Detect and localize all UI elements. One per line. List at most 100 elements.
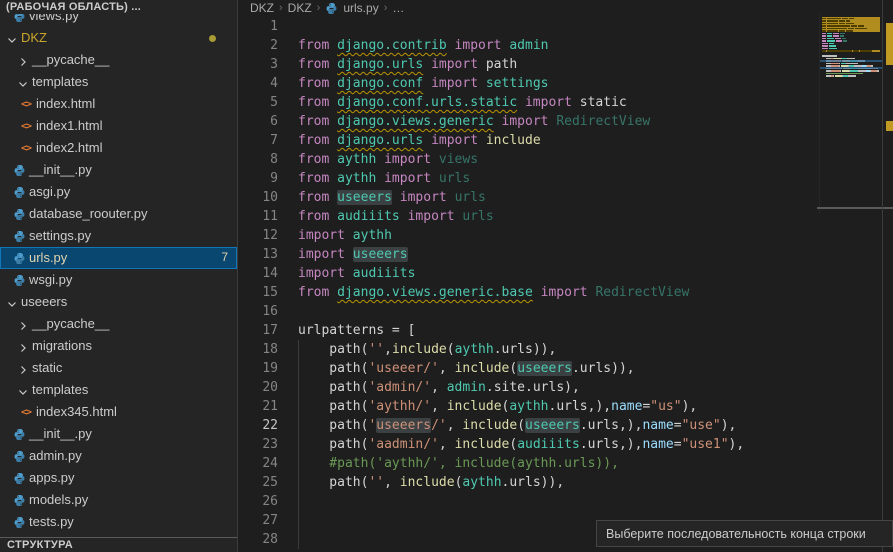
minimap-mark	[822, 55, 837, 57]
code-line[interactable]: 19 path('useeer/', include(useeers.urls)…	[238, 359, 893, 378]
code-line[interactable]: 24 #path('aythh/', include(aythh.urls)),	[238, 454, 893, 473]
tree-item-index1.html[interactable]: <>index1.html	[0, 115, 237, 137]
breadcrumb-separator: ›	[279, 2, 283, 14]
code-token	[447, 38, 455, 53]
tree-item-__init__.py[interactable]: __init__.py	[0, 423, 237, 445]
code-line[interactable]: 11from audiiits import urls	[238, 207, 893, 226]
tree-item-apps.py[interactable]: apps.py	[0, 467, 237, 489]
code-token: static	[580, 95, 627, 110]
tree-item-asgi.py[interactable]: asgi.py	[0, 181, 237, 203]
tree-item-models.py[interactable]: models.py	[0, 489, 237, 511]
code-token	[329, 209, 337, 224]
tree-item-tests.py[interactable]: tests.py	[0, 511, 237, 533]
tree-item-admin.py[interactable]: admin.py	[0, 445, 237, 467]
tree-item-useeers[interactable]: useeers	[0, 291, 237, 313]
code-token: include	[462, 418, 517, 433]
code-line[interactable]: 6from django.views.generic import Redire…	[238, 112, 893, 131]
code-token: .site.urls),	[486, 380, 580, 395]
line-number: 24	[238, 454, 278, 473]
breadcrumb-item[interactable]: DKZ	[250, 1, 274, 15]
code-line[interactable]: 2from django.contrib import admin	[238, 36, 893, 55]
tree-item-wsgi.py[interactable]: wsgi.py	[0, 269, 237, 291]
code-line[interactable]: 13import useeers	[238, 245, 893, 264]
minimap-mark	[842, 38, 846, 40]
code-token	[517, 95, 525, 110]
code-line[interactable]: 23 path('aadmin/', include(audiiits.urls…	[238, 435, 893, 454]
code-line[interactable]: 9from aythh import urls	[238, 169, 893, 188]
code-token: admin	[509, 38, 548, 53]
code-token: aythh	[353, 228, 392, 243]
code-token: 'aythh/'	[368, 399, 431, 414]
tree-item-__pycache__[interactable]: __pycache__	[0, 49, 237, 71]
tree-item-DKZ[interactable]: DKZ	[0, 27, 237, 49]
tree-item-static[interactable]: static	[0, 357, 237, 379]
code-line[interactable]: 26	[238, 492, 893, 511]
code-line[interactable]: 8from aythh import views	[238, 150, 893, 169]
minimap-mark	[860, 50, 872, 52]
minimap-mark	[846, 30, 853, 32]
code-line[interactable]: 14import audiiits	[238, 264, 893, 283]
line-number: 2	[238, 36, 278, 55]
code-line[interactable]: 25 path('', include(aythh.urls)),	[238, 473, 893, 492]
code-token: (	[517, 418, 525, 433]
code-line[interactable]: 4from django.conf import settings	[238, 74, 893, 93]
code-text: urlpatterns = [	[298, 321, 415, 340]
minimap[interactable]	[819, 14, 883, 214]
code-token: .urls)),	[502, 475, 565, 490]
tree-item-index.html[interactable]: <>index.html	[0, 93, 237, 115]
code-token: from	[298, 95, 329, 110]
tree-item-label: apps.py	[29, 470, 75, 485]
tree-item-migrations[interactable]: migrations	[0, 335, 237, 357]
explorer-section-header[interactable]: (РАБОЧАЯ ОБЛАСТЬ) ...	[0, 0, 237, 14]
code-line[interactable]: 12import aythh	[238, 226, 893, 245]
tree-item-database_roouter.py[interactable]: database_roouter.py	[0, 203, 237, 225]
code-line[interactable]: 7from django.urls import include	[238, 131, 893, 150]
breadcrumb-item[interactable]: DKZ	[288, 1, 312, 15]
code-token	[478, 57, 486, 72]
code-line[interactable]: 18 path('',include(aythh.urls)),	[238, 340, 893, 359]
breadcrumb-item[interactable]: urls.py	[343, 1, 378, 15]
outline-section-header[interactable]: СТРУКТУРА	[0, 537, 237, 552]
code-text: path('useeer/', include(useeers.urls)),	[298, 359, 635, 378]
breadcrumb-separator: ›	[384, 2, 388, 14]
tree-item-__pycache__[interactable]: __pycache__	[0, 313, 237, 335]
code-token: ,	[431, 380, 447, 395]
code-token: ),	[721, 418, 737, 433]
code-line[interactable]: 1	[238, 17, 893, 36]
code-token: import	[431, 133, 478, 148]
code-token: ,	[439, 437, 455, 452]
tree-item-index2.html[interactable]: <>index2.html	[0, 137, 237, 159]
tree-item-label: urls.py	[29, 250, 67, 265]
code-token: path(	[298, 361, 368, 376]
tree-item-templates[interactable]: templates	[0, 71, 237, 93]
code-token: import	[455, 38, 502, 53]
line-number: 5	[238, 93, 278, 112]
code-token: from	[298, 190, 329, 205]
line-number: 3	[238, 55, 278, 74]
code-line[interactable]: 3from django.urls import path	[238, 55, 893, 74]
code-token	[423, 133, 431, 148]
tree-item-index345.html[interactable]: <>index345.html	[0, 401, 237, 423]
code-line[interactable]: 22 path('useeers/', include(useeers.urls…	[238, 416, 893, 435]
code-token: import	[541, 285, 588, 300]
file-tree: views.pyDKZ__pycache__templates<>index.h…	[0, 5, 237, 533]
code-token: include	[400, 475, 455, 490]
code-line[interactable]: 16	[238, 302, 893, 321]
code-line[interactable]: 5from django.conf.urls.static import sta…	[238, 93, 893, 112]
tree-item-settings.py[interactable]: settings.py	[0, 225, 237, 247]
minimap-mark	[822, 33, 826, 35]
code-line[interactable]: 10from useeers import urls	[238, 188, 893, 207]
code-line[interactable]: 21 path('aythh/', include(aythh.urls,),n…	[238, 397, 893, 416]
tree-item-urls.py[interactable]: urls.py7	[0, 247, 237, 269]
code-line[interactable]: 15from django.views.generic.base import …	[238, 283, 893, 302]
code-line[interactable]: 20 path('admin/', admin.site.urls),	[238, 378, 893, 397]
code-token: name	[611, 399, 642, 414]
minimap-mark	[831, 63, 839, 65]
tree-item-label: index345.html	[36, 404, 117, 419]
code-line[interactable]: 17urlpatterns = [	[238, 321, 893, 340]
tree-item-__init__.py[interactable]: __init__.py	[0, 159, 237, 181]
python-file-icon	[12, 493, 26, 507]
tree-item-templates[interactable]: templates	[0, 379, 237, 401]
code-token: ),	[729, 437, 745, 452]
breadcrumb-item[interactable]: …	[392, 1, 404, 15]
